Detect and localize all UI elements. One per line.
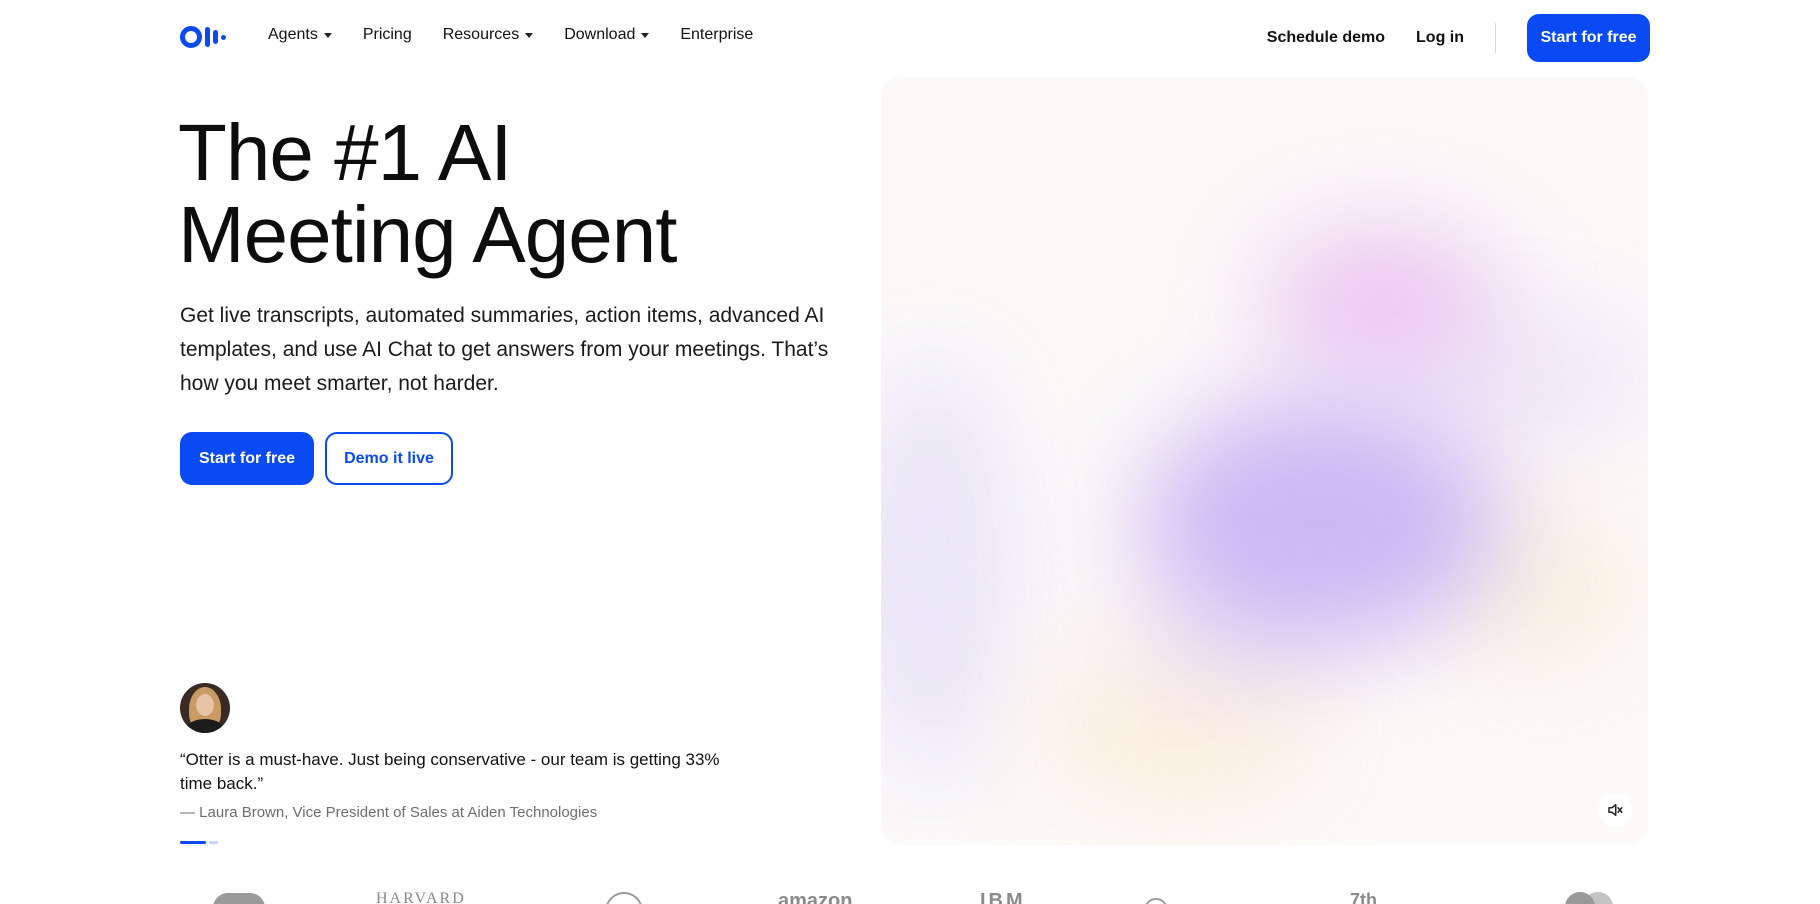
hero-start-free-button[interactable]: Start for free (180, 432, 314, 485)
nav-enterprise[interactable]: Enterprise (680, 26, 753, 44)
progress-segment-active[interactable] (180, 841, 206, 844)
nav-enterprise-label: Enterprise (680, 26, 754, 43)
testimonial-progress (180, 841, 218, 844)
nav-download-label: Download (564, 26, 636, 43)
hero-title-line2: Meeting Agent (178, 190, 677, 279)
hero-subtitle: Get live transcripts, automated summarie… (180, 304, 829, 395)
customer-logo-strip: HARVARD amazon IBM 7th (0, 890, 1820, 904)
nav-menu: Agents Pricing Resources Download Enterp… (268, 26, 753, 44)
nav-start-free-button[interactable]: Start for free (1527, 14, 1650, 62)
login-link[interactable]: Log in (1416, 29, 1464, 47)
nav-resources-label: Resources (442, 26, 520, 43)
nav-divider (1495, 23, 1496, 53)
chevron-down-icon (641, 33, 650, 38)
mastercard-logo (1565, 892, 1615, 904)
nav-pricing-label: Pricing (362, 26, 412, 43)
testimonial-quote: “Otter is a must-have. Just being conser… (180, 750, 720, 793)
avatar (180, 683, 230, 733)
otter-logo-icon[interactable] (180, 26, 226, 48)
nav-agents-label: Agents (268, 26, 318, 43)
harvard-logo: HARVARD (376, 890, 466, 904)
top-nav: Agents Pricing Resources Download Enterp… (0, 0, 1820, 74)
nav-agents[interactable]: Agents (268, 26, 332, 44)
nav-resources[interactable]: Resources (442, 26, 534, 44)
circle-seal-logo (605, 892, 643, 904)
amazon-logo: amazon (778, 890, 853, 904)
hero-video[interactable] (881, 77, 1648, 845)
chevron-down-icon (525, 33, 534, 38)
chevron-down-icon (323, 33, 332, 38)
testimonial-attribution: — Laura Brown, Vice President of Sales a… (180, 804, 598, 821)
schedule-demo-link[interactable]: Schedule demo (1267, 29, 1385, 47)
hero-cta-group: Start for free Demo it live (180, 432, 453, 485)
circle-emblem-logo (1144, 898, 1168, 904)
nav-actions: Schedule demo Log in Start for free (1267, 14, 1650, 62)
progress-segment[interactable] (209, 841, 218, 844)
hero-title: The #1 AI Meeting Agent (178, 108, 677, 279)
salesforce-logo (213, 893, 265, 904)
nav-pricing[interactable]: Pricing (363, 26, 412, 44)
hero-title-line1: The #1 AI (178, 108, 512, 197)
ibm-logo: IBM (980, 890, 1026, 904)
nav-download[interactable]: Download (564, 26, 650, 44)
demo-live-button[interactable]: Demo it live (325, 432, 453, 485)
wordmark-logo: 7th (1350, 890, 1377, 904)
mute-button[interactable] (1598, 793, 1632, 827)
speaker-muted-icon (1608, 804, 1623, 816)
